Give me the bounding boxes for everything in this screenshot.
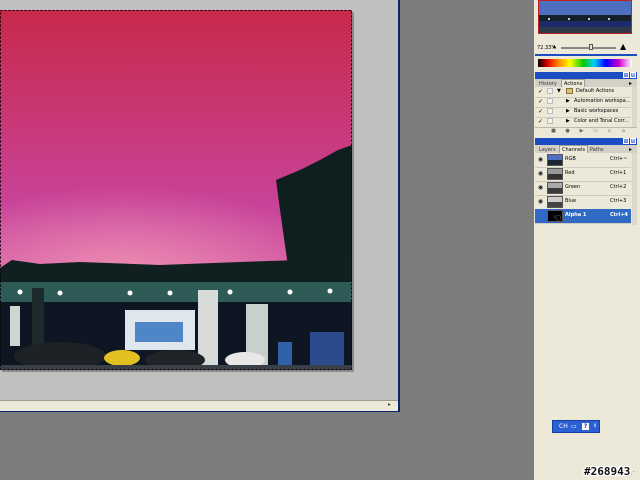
expand-right-icon[interactable]: ▶	[566, 98, 570, 104]
expand-down-icon[interactable]: ▼	[557, 88, 561, 94]
channel-shortcut: Ctrl+1	[610, 170, 627, 176]
dialog-toggle-box[interactable]	[547, 118, 553, 124]
channel-thumbnail	[547, 196, 563, 208]
channels-list: ◉ RGB Ctrl+~ ◉ Red Ctrl+1 ◉ Green Ctrl+2…	[535, 153, 637, 225]
check-icon[interactable]: ✓	[538, 88, 543, 95]
check-icon[interactable]: ✓	[538, 108, 543, 115]
action-label: Color and Tonal Corr...	[574, 118, 629, 124]
expand-right-icon[interactable]: ▶	[566, 118, 570, 124]
close-icon[interactable]: ×	[630, 72, 636, 78]
panel-menu-icon[interactable]: ▸	[629, 146, 632, 153]
channel-shortcut: Ctrl+3	[610, 198, 627, 204]
channel-thumbnail	[547, 182, 563, 194]
channel-thumbnail	[547, 168, 563, 180]
eye-icon[interactable]: ◉	[537, 156, 544, 163]
actions-scrollbar[interactable]	[632, 87, 637, 127]
horizontal-scrollbar[interactable]: ▸	[0, 400, 398, 411]
navigator-panel: 72.33% ▴ ▲	[535, 0, 637, 54]
channel-row-red[interactable]: ◉ Red Ctrl+1	[535, 167, 631, 182]
channel-shortcut: Ctrl+4	[610, 212, 628, 218]
action-label: Automation workspa...	[574, 98, 631, 104]
dialog-toggle-box[interactable]	[547, 98, 553, 104]
image-canvas[interactable]	[0, 10, 352, 370]
gas-station-photo	[0, 10, 352, 370]
eye-icon[interactable]: ◉	[537, 184, 544, 191]
expand-right-icon[interactable]: ▶	[566, 108, 570, 114]
navigator-preview	[539, 1, 631, 33]
chevron-up-down-icon[interactable]: ⇕	[593, 423, 597, 429]
channel-row-blue[interactable]: ◉ Blue Ctrl+3	[535, 195, 631, 210]
minimize-icon[interactable]: –	[623, 138, 629, 144]
channel-name: Red	[565, 170, 575, 176]
dialog-toggle-box[interactable]	[547, 88, 553, 94]
channel-name: RGB	[565, 156, 576, 162]
color-panel	[535, 56, 637, 72]
channel-thumbnail	[547, 154, 563, 166]
record-icon[interactable]: ●	[565, 129, 570, 134]
channel-row-alpha-1[interactable]: Alpha 1 Ctrl+4	[535, 209, 631, 224]
folder-icon	[566, 88, 573, 94]
dialog-toggle-box[interactable]	[547, 108, 553, 114]
channels-titlebar[interactable]: – ×	[535, 138, 637, 145]
zoom-out-icon[interactable]: ▴	[553, 44, 559, 50]
language-label[interactable]: CH	[559, 423, 568, 430]
channel-row-rgb[interactable]: ◉ RGB Ctrl+~	[535, 153, 631, 168]
action-label: Basic workspaces	[574, 108, 619, 114]
keyboard-icon[interactable]: ▭	[571, 424, 579, 430]
channel-shortcut: Ctrl+~	[610, 156, 628, 162]
hand-cursor-icon: ☚	[553, 214, 562, 224]
close-icon[interactable]: ×	[630, 138, 636, 144]
channel-name: Alpha 1	[565, 212, 587, 218]
actions-toolbar: ■ ● ▶ ▭ ▫ ⌂	[535, 127, 637, 136]
zoom-slider-handle[interactable]	[589, 44, 594, 50]
stop-icon[interactable]: ■	[551, 129, 556, 134]
language-bar[interactable]: CH ▭ ? ⇕	[552, 420, 600, 433]
channel-row-green[interactable]: ◉ Green Ctrl+2	[535, 181, 631, 196]
help-icon[interactable]: ?	[582, 423, 589, 430]
new-action-icon[interactable]: ▫	[607, 129, 612, 134]
color-spectrum[interactable]	[538, 59, 632, 67]
new-set-icon[interactable]: ▭	[593, 129, 598, 134]
panel-menu-icon[interactable]: ▸	[629, 80, 632, 87]
channels-scrollbar[interactable]	[632, 153, 637, 225]
zoom-in-icon[interactable]: ▲	[620, 43, 628, 51]
play-icon[interactable]: ▶	[579, 129, 584, 134]
eye-icon[interactable]: ◉	[537, 198, 544, 205]
channel-name: Green	[565, 184, 581, 190]
channel-name: Blue	[565, 198, 577, 204]
trash-icon[interactable]: ⌂	[621, 129, 626, 134]
watermark: #268943	[584, 465, 631, 478]
check-icon[interactable]: ✓	[538, 118, 543, 125]
actions-list: ✓ ▼ Default Actions ✓ ▶ Automation works…	[535, 87, 637, 128]
actions-titlebar[interactable]: – ×	[535, 72, 637, 79]
minimize-icon[interactable]: –	[623, 72, 629, 78]
action-label: Default Actions	[576, 88, 615, 94]
eye-icon[interactable]: ◉	[537, 170, 544, 177]
channel-shortcut: Ctrl+2	[610, 184, 627, 190]
scroll-right-icon[interactable]: ▸	[388, 402, 394, 408]
navigator-thumbnail[interactable]	[538, 0, 632, 34]
document-window: ▸	[0, 0, 400, 412]
check-icon[interactable]: ✓	[538, 98, 543, 105]
eye-icon[interactable]	[537, 212, 544, 219]
